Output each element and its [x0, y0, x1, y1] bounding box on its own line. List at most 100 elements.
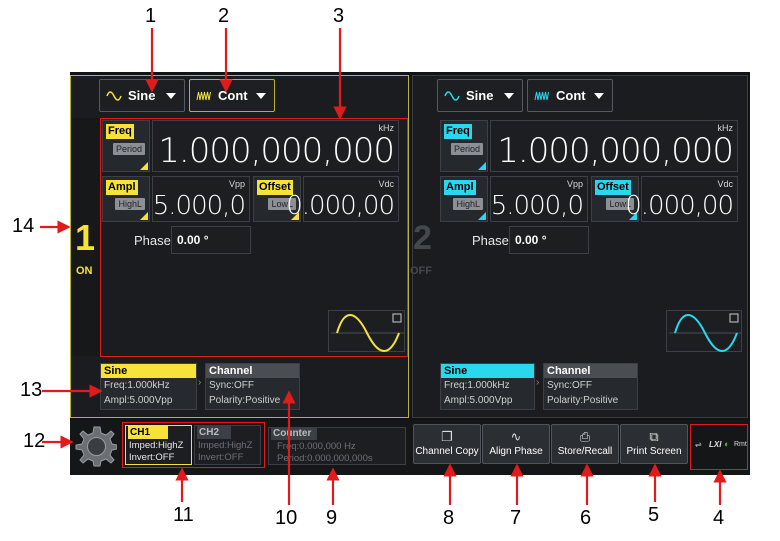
ch2-waveform-summary[interactable]: Sine Freq:1.000kHz Ampl:5.000Vpp [440, 363, 535, 410]
align-phase-button[interactable]: ∿ Align Phase [482, 424, 550, 464]
ch1-freq-value: 1.000,000,000 [158, 131, 395, 171]
chevron-down-icon [256, 93, 266, 99]
ch2-waveform-label: Sine [466, 88, 494, 103]
ch2-ampl-unit: Vpp [566, 179, 583, 189]
callout-4: 4 [713, 507, 725, 529]
ch1-period-tag: Period [112, 143, 145, 155]
ch1-ampl-value: 5.000,0 [152, 191, 246, 221]
ch2-offset-unit: Vdc [717, 179, 733, 189]
ch1-summary-channel-title: Channel [206, 364, 299, 378]
ch2-summary-freq: Freq:1.000kHz [444, 380, 510, 391]
status-area-highlight [690, 424, 748, 470]
ch1-output-title: CH1 [128, 426, 168, 439]
ch1-ampl-button[interactable]: Ampl HighL [102, 176, 150, 222]
burst-wave-icon [196, 91, 211, 100]
corner-indicator [478, 162, 486, 170]
ch2-invert: Invert:OFF [198, 452, 244, 463]
ch2-ampl-display[interactable]: Vpp 5.000,0 [490, 176, 588, 222]
callout-8: 8 [443, 507, 455, 529]
callout-1: 1 [145, 5, 157, 27]
gear-icon [75, 426, 118, 467]
ch2-state[interactable]: OFF [410, 265, 432, 277]
ch1-offset-value: 0.000,00 [286, 191, 395, 221]
chevron-down-icon [504, 93, 514, 99]
ch1-ampl-tag: Ampl [106, 180, 138, 195]
ch1-waveform-dropdown[interactable]: Sine [99, 79, 185, 112]
ch1-highl-tag: HighL [115, 198, 145, 210]
ch2-channel-number[interactable]: 2 [413, 220, 432, 256]
ch2-highl-tag: HighL [453, 198, 483, 210]
ch2-waveform-dropdown[interactable]: Sine [437, 79, 523, 112]
ch2-phase-field[interactable]: 0.00 ° [509, 226, 589, 254]
ch2-phase-label: Phase [472, 233, 509, 248]
ch1-freq-display[interactable]: kHz 1.000,000,000 [152, 120, 399, 172]
sine-icon [444, 90, 460, 101]
ch2-output-title: CH2 [197, 426, 231, 439]
ch2-summary-sync: Sync:OFF [547, 380, 593, 391]
ch1-channel-number[interactable]: 1 [75, 220, 95, 256]
callout-2: 2 [218, 5, 230, 27]
ch1-summary-sync: Sync:OFF [209, 380, 255, 391]
ch1-state[interactable]: ON [76, 265, 93, 277]
counter-title: Counter [271, 428, 317, 440]
callout-13: 13 [20, 379, 43, 401]
callout-14: 14 [12, 215, 35, 237]
ch1-invert: Invert:OFF [129, 452, 175, 463]
chevron-down-icon [166, 93, 176, 99]
ch2-summary-channel-title: Channel [544, 364, 637, 378]
home-button[interactable] [75, 424, 118, 468]
callout-11: 11 [173, 504, 194, 526]
ch2-waveform-preview[interactable] [666, 310, 742, 352]
chevron-right-icon: › [198, 377, 202, 388]
ch1-waveform-summary[interactable]: Sine Freq:1.000kHz Ampl:5.000Vpp [100, 363, 197, 410]
ch1-mode-dropdown[interactable]: Cont [189, 79, 275, 112]
ch2-freq-display[interactable]: kHz 1.000,000,000 [490, 120, 738, 172]
print-screen-button[interactable]: ⧉ Print Screen [620, 424, 688, 464]
ch1-ampl-display[interactable]: Vpp 5.000,0 [152, 176, 250, 222]
ch1-mode-label: Cont [218, 88, 248, 103]
ch2-summary-polarity: Polarity:Positive [547, 395, 619, 406]
corner-indicator [140, 162, 148, 170]
ch2-summary-ampl: Ampl:5.000Vpp [444, 395, 513, 406]
counter-freq: Freq:0.000,000 Hz [277, 441, 356, 452]
ch2-summary-wave-title: Sine [441, 364, 534, 378]
ch1-imped: Imped:HighZ [129, 440, 184, 451]
print-screen-label: Print Screen [626, 446, 682, 457]
ch1-summary-polarity: Polarity:Positive [209, 395, 281, 406]
ch2-ampl-value: 5.000,0 [490, 191, 584, 221]
ch1-offset-display[interactable]: Vdc 0.000,00 [286, 176, 399, 222]
ch1-freq-tag: Freq [106, 124, 134, 139]
counter-period: Period:0.000,000,000s [277, 453, 373, 464]
ch1-phase-label: Phase [134, 233, 171, 248]
ch1-summary-wave-title: Sine [101, 364, 196, 378]
ch2-freq-button[interactable]: Freq Period [440, 120, 488, 172]
burst-wave-icon [534, 91, 549, 100]
ch1-output-settings[interactable]: CH1 Imped:HighZ Invert:OFF [125, 425, 192, 465]
ch2-imped: Imped:HighZ [198, 440, 253, 451]
ch1-ampl-unit: Vpp [228, 179, 245, 189]
ch2-ampl-button[interactable]: Ampl HighL [440, 176, 488, 222]
ch2-period-tag: Period [450, 143, 483, 155]
align-phase-icon: ∿ [510, 429, 522, 444]
callout-12: 12 [23, 430, 46, 452]
counter-panel[interactable]: Counter Freq:0.000,000 Hz Period:0.000,0… [268, 427, 406, 465]
corner-indicator [478, 212, 486, 220]
ch2-offset-display[interactable]: Vdc 0.000,00 [625, 176, 738, 222]
corner-indicator [140, 212, 148, 220]
ch1-freq-button[interactable]: Freq Period [102, 120, 150, 172]
channel-copy-button[interactable]: ❐ Channel Copy [413, 424, 481, 464]
ch1-phase-field[interactable]: 0.00 ° [171, 226, 251, 254]
ch1-summary-ampl: Ampl:5.000Vpp [104, 395, 173, 406]
print-screen-icon: ⧉ [649, 429, 659, 444]
ch1-channel-summary[interactable]: Channel Sync:OFF Polarity:Positive [205, 363, 300, 410]
store-recall-label: Store/Recall [557, 446, 613, 457]
callout-3: 3 [333, 5, 345, 27]
store-recall-button[interactable]: ⎙ Store/Recall [551, 424, 619, 464]
ch1-waveform-preview[interactable] [328, 310, 405, 352]
callout-9: 9 [326, 507, 338, 529]
ch1-waveform-label: Sine [128, 88, 156, 103]
ch2-offset-value: 0.000,00 [625, 191, 734, 221]
ch2-output-settings[interactable]: CH2 Imped:HighZ Invert:OFF [194, 425, 261, 465]
ch2-mode-dropdown[interactable]: Cont [527, 79, 613, 112]
ch2-channel-summary[interactable]: Channel Sync:OFF Polarity:Positive [543, 363, 638, 410]
